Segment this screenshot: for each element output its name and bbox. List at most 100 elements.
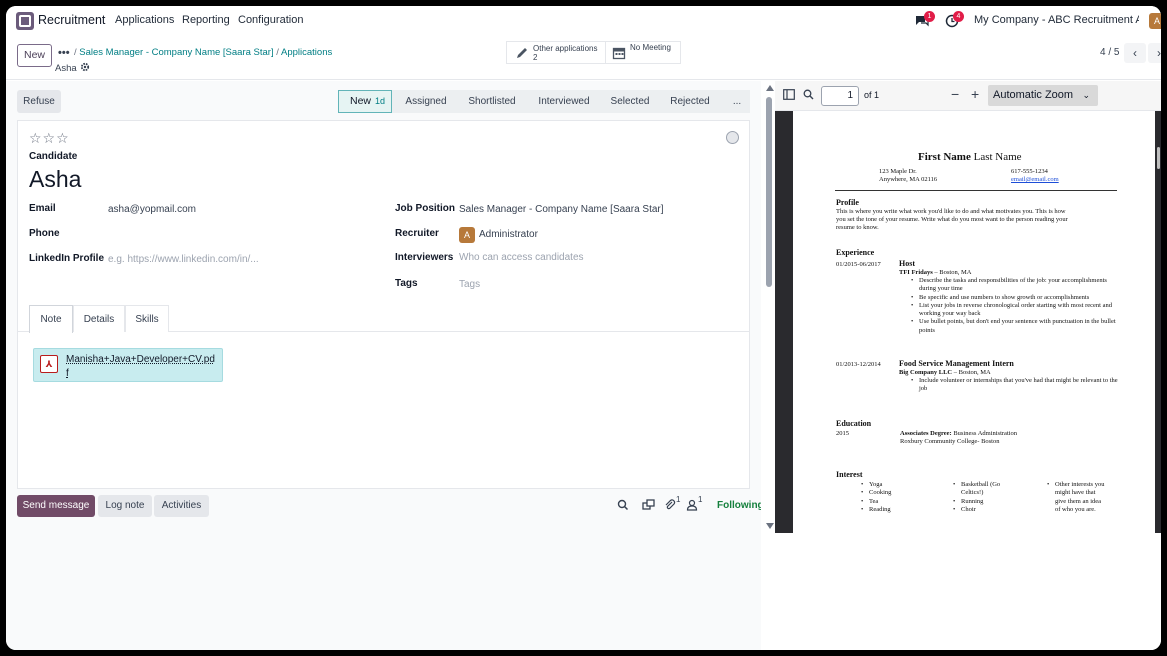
stage-selected[interactable]: Selected [607, 90, 653, 113]
linkedin-field[interactable]: e.g. https://www.linkedin.com/in/... [108, 254, 259, 265]
interviewers-field[interactable]: Who can access candidates [459, 252, 584, 263]
job1-location: – Boston, MA [934, 269, 972, 276]
following-button[interactable]: Following [717, 500, 764, 511]
resume-divider [835, 190, 1117, 191]
other-applications-count: 2 [533, 52, 538, 62]
candidate-label: Candidate [29, 151, 78, 162]
job-position-field[interactable]: Sales Manager - Company Name [Saara Star… [459, 204, 664, 215]
tab-note[interactable]: Note [29, 305, 73, 333]
user-avatar[interactable]: A [1149, 13, 1161, 29]
company-switcher[interactable]: My Company - ABC Recruitment Age... [974, 14, 1139, 26]
refuse-button[interactable]: Refuse [17, 90, 61, 113]
activities-badge: 4 [953, 11, 964, 22]
zoom-out-icon[interactable]: − [951, 86, 959, 102]
resume-last-name: Last Name [973, 151, 1022, 163]
app-window: Recruitment Applications Reporting Confi… [6, 6, 1161, 650]
email-field[interactable]: asha@yopmail.com [108, 204, 196, 215]
job-position-label: Job Position [395, 203, 455, 214]
meeting-button[interactable]: No Meeting [605, 41, 681, 64]
expand-chatter-icon[interactable] [642, 499, 655, 511]
notebook-tabs: Note Details Skills [18, 305, 749, 333]
menu-applications[interactable]: Applications [115, 14, 174, 26]
email-label: Email [29, 203, 56, 214]
stage-new[interactable]: New 1d [338, 90, 392, 113]
job2-company: Big Company LLC [899, 369, 953, 376]
messages-badge: 1 [924, 11, 935, 22]
statusbar: Refuse New 1d Assigned Shortlisted Interv… [17, 90, 750, 114]
recruiter-label: Recruiter [395, 228, 439, 239]
pdf-search-icon[interactable] [803, 89, 814, 100]
phone-field[interactable] [108, 228, 358, 240]
followers-icon[interactable] [686, 499, 698, 511]
pdf-scrollbar-thumb[interactable] [1157, 147, 1160, 169]
send-message-button[interactable]: Send message [17, 495, 95, 517]
prev-record-icon[interactable]: ‹ [1124, 43, 1146, 63]
gear-icon[interactable] [80, 62, 90, 72]
tags-label: Tags [395, 278, 418, 289]
job1-bullet: Be specific and use numbers to show grow… [909, 294, 1121, 303]
tab-skills[interactable]: Skills [125, 305, 169, 332]
page-number-input[interactable]: 1 [821, 86, 859, 106]
job1-bullet: Describe the tasks and responsibilities … [909, 277, 1121, 294]
interest-item: Cooking [859, 489, 929, 498]
log-note-button[interactable]: Log note [98, 495, 152, 517]
priority-stars[interactable]: ☆☆☆ [29, 130, 70, 147]
followers-count: 1 [698, 495, 703, 504]
menu-configuration[interactable]: Configuration [238, 14, 303, 26]
job2-bullet: Include volunteer or internships that yo… [909, 377, 1121, 394]
stage-interviewed[interactable]: Interviewed [534, 90, 594, 113]
attachment-name[interactable]: Manisha+Java+Developer+CV.pdf [66, 353, 216, 381]
activities-button[interactable]: Activities [154, 495, 209, 517]
more-actions-icon[interactable]: ••• [58, 47, 70, 59]
other-applications-button[interactable]: Other applications 2 [506, 41, 606, 64]
stage-more[interactable]: ... [727, 90, 747, 113]
attachment-chip[interactable]: ⅄ Manisha+Java+Developer+CV.pdf [33, 348, 223, 382]
calendar-icon [612, 47, 626, 59]
menu-reporting[interactable]: Reporting [182, 14, 230, 26]
breadcrumb-applications[interactable]: Applications [281, 47, 332, 58]
stage-rejected[interactable]: Rejected [665, 90, 715, 113]
interest-item: Yoga [859, 481, 929, 490]
resume-interest-title: Interest [836, 470, 863, 479]
recruiter-avatar: A [459, 227, 475, 243]
control-panel: New ••• / Sales Manager - Company Name [… [6, 36, 1161, 80]
top-navbar: Recruitment Applications Reporting Confi… [6, 6, 1161, 36]
candidate-name-field[interactable]: Asha [29, 166, 81, 193]
form-scrollbar[interactable] [763, 81, 774, 533]
scroll-down-icon[interactable] [766, 523, 774, 529]
next-record-icon[interactable]: › [1148, 43, 1161, 63]
stage-assigned[interactable]: Assigned [401, 90, 451, 113]
pdf-canvas-area[interactable]: First Name Last Name 123 Maple Dr. Anywh… [775, 111, 1161, 533]
zoom-select[interactable]: Automatic Zoom ⌄ [988, 85, 1098, 106]
app-brand[interactable]: Recruitment [38, 13, 105, 27]
job1-bullet: List your jobs in reverse chronological … [909, 302, 1121, 319]
resume-education-title: Education [836, 419, 872, 428]
job1-bullet: Use bullet points, but don't end your se… [909, 318, 1121, 335]
stage-shortlisted[interactable]: Shortlisted [464, 90, 520, 113]
paperclip-icon[interactable] [664, 499, 676, 512]
interest-col1: Yoga Cooking Tea Reading [859, 481, 929, 514]
job1-company: TFI Fridays [899, 269, 933, 276]
sidebar-toggle-icon[interactable] [783, 89, 795, 100]
interest-item: Running [951, 498, 1006, 507]
page-count: of 1 [864, 90, 880, 100]
search-icon[interactable] [617, 499, 629, 511]
kanban-state-icon[interactable] [726, 131, 739, 144]
recruiter-field[interactable]: Administrator [479, 229, 538, 240]
job2-bullets: Include volunteer or internships that yo… [909, 377, 1121, 394]
breadcrumb-job[interactable]: Sales Manager - Company Name [Saara Star… [79, 47, 273, 58]
job1-bullets: Describe the tasks and responsibilities … [909, 277, 1121, 335]
scrollbar-thumb[interactable] [766, 97, 772, 287]
resume-experience-title: Experience [836, 248, 875, 257]
interest-item: Basketball (Go Celtics!) [951, 481, 1006, 498]
edu-year: 2015 [836, 430, 849, 437]
job1-dates: 01/2015-06/2017 [836, 261, 881, 268]
new-button[interactable]: New [17, 44, 52, 67]
zoom-value: Automatic Zoom [993, 89, 1074, 101]
pager-value[interactable]: 4 / 5 [1100, 47, 1119, 58]
app-menu-icon[interactable] [16, 12, 34, 30]
scroll-up-icon[interactable] [766, 85, 774, 91]
zoom-in-icon[interactable]: + [971, 86, 979, 102]
tab-details[interactable]: Details [73, 305, 125, 332]
tags-field[interactable]: Tags [459, 279, 480, 290]
